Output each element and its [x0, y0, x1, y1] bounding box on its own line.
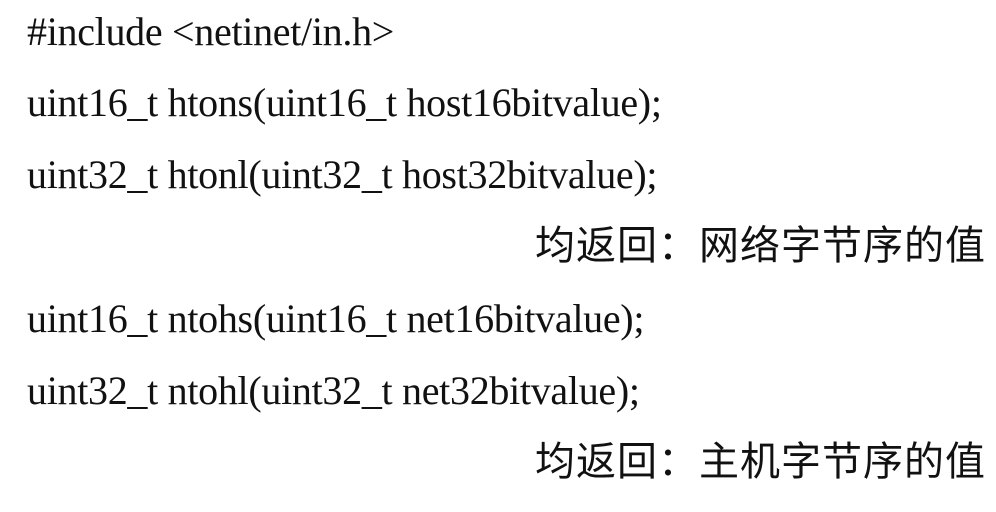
host-byte-order-note: 均返回：主机字节序的值: [535, 439, 986, 485]
htonl-prototype-line: uint32_t htonl(uint32_t host32bitvalue);: [27, 152, 658, 197]
htons-prototype-line: uint16_t htons(uint16_t host16bitvalue);: [27, 80, 662, 125]
network-byte-order-note: 均返回：网络字节序的值: [535, 223, 986, 269]
ntohs-prototype-line: uint16_t ntohs(uint16_t net16bitvalue);: [27, 296, 645, 341]
ntohl-prototype-line: uint32_t ntohl(uint32_t net32bitvalue);: [27, 368, 640, 413]
code-document: #include <netinet/in.h> uint16_t htons(u…: [0, 0, 996, 512]
include-directive-line: #include <netinet/in.h>: [27, 9, 395, 54]
